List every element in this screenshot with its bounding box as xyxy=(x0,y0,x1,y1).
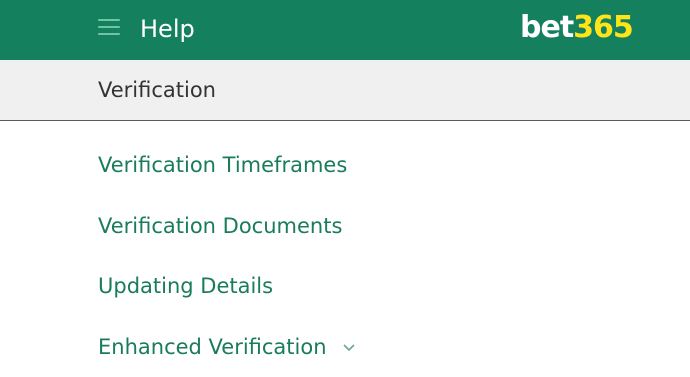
top-bar: Help bet365 xyxy=(0,0,690,60)
section-title: Verification xyxy=(98,78,216,102)
page-title: Help xyxy=(140,15,195,43)
link-verification-documents[interactable]: Verification Documents xyxy=(98,212,342,240)
link-enhanced-verification-label: Enhanced Verification xyxy=(98,335,327,359)
logo-text-365: 365 xyxy=(573,10,634,45)
bet365-logo[interactable]: bet365 xyxy=(520,10,634,46)
chevron-down-icon xyxy=(343,331,355,359)
hamburger-menu-icon[interactable] xyxy=(98,19,120,35)
section-header: Verification xyxy=(0,60,690,121)
logo-text-bet: bet xyxy=(520,10,574,45)
link-enhanced-verification[interactable]: Enhanced Verification xyxy=(98,333,355,361)
link-updating-details[interactable]: Updating Details xyxy=(98,272,273,300)
link-verification-timeframes[interactable]: Verification Timeframes xyxy=(98,151,347,179)
